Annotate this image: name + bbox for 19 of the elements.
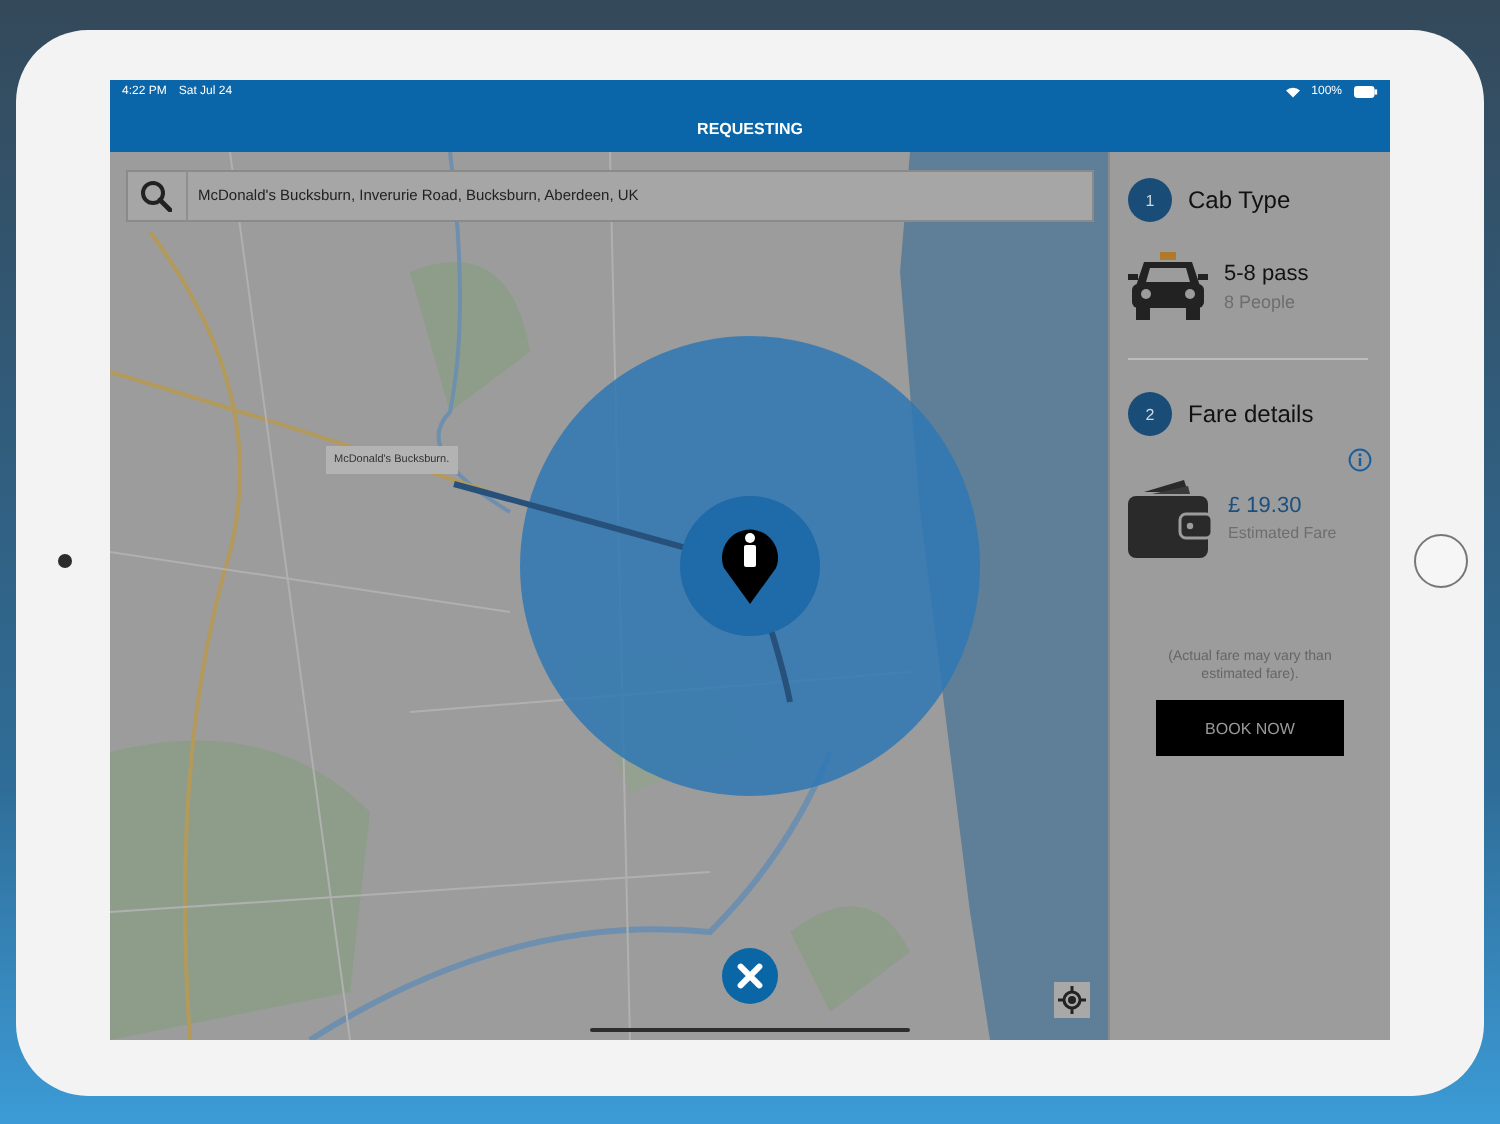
locate-button[interactable] — [1054, 982, 1090, 1018]
cab-name: 5-8 pass — [1224, 261, 1309, 285]
step-number: 2 — [1128, 392, 1172, 436]
step-number: 1 — [1128, 178, 1172, 222]
person-pin-icon — [722, 529, 778, 604]
home-button[interactable] — [1414, 534, 1468, 588]
step-title: Fare details — [1188, 400, 1314, 428]
book-now-button[interactable]: BOOK NOW — [1156, 700, 1344, 757]
search-icon — [140, 180, 172, 212]
wifi-icon — [1285, 86, 1300, 98]
camera-icon — [58, 554, 72, 568]
step-title: Cab Type — [1188, 186, 1291, 214]
crosshair-icon — [1058, 986, 1086, 1014]
taxi-icon — [1128, 250, 1208, 322]
fare-amount: £ 19.30 — [1228, 494, 1304, 518]
battery-icon — [1354, 86, 1378, 98]
wallet-icon — [1128, 476, 1212, 560]
screen-title: REQUESTING — [697, 119, 803, 137]
close-icon — [736, 962, 764, 990]
